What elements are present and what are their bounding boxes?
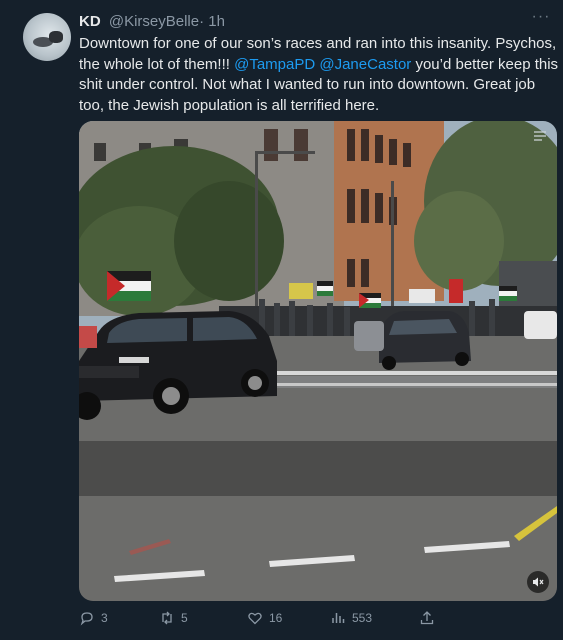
mention-janecastor[interactable]: @JaneCastor — [319, 56, 411, 73]
share-button[interactable] — [419, 608, 435, 628]
video-frame — [79, 121, 557, 601]
reply-button[interactable]: 3 — [79, 608, 108, 628]
views-icon — [332, 613, 345, 623]
expand-icon[interactable] — [533, 131, 547, 141]
like-button[interactable]: 16 — [247, 608, 282, 628]
heart-icon — [248, 612, 262, 625]
more-options-icon[interactable]: ··· — [531, 9, 551, 30]
reply-icon — [80, 612, 93, 626]
tweet-header: KD @KirseyBelle· 1h — [79, 12, 543, 32]
tweet-text: Downtown for one of our son’s races and … — [79, 34, 559, 116]
mute-icon[interactable] — [527, 571, 549, 593]
like-count: 16 — [269, 611, 283, 625]
author-avatar[interactable] — [23, 13, 71, 61]
author-handle[interactable]: @KirseyBelle — [109, 13, 199, 30]
retweet-button[interactable]: 5 — [159, 608, 188, 628]
timestamp[interactable]: · 1h — [199, 13, 225, 30]
share-icon — [420, 611, 434, 625]
views-button[interactable]: 553 — [330, 608, 372, 628]
tweet-actions: 3 5 16 553 — [79, 608, 549, 628]
author-name[interactable]: KD — [79, 13, 101, 30]
reply-count: 3 — [101, 611, 108, 625]
retweet-count: 5 — [181, 611, 188, 625]
view-count: 553 — [352, 611, 373, 625]
mention-tampapd[interactable]: @TampaPD — [234, 56, 315, 73]
video-player[interactable] — [79, 121, 557, 601]
retweet-icon — [162, 611, 172, 625]
